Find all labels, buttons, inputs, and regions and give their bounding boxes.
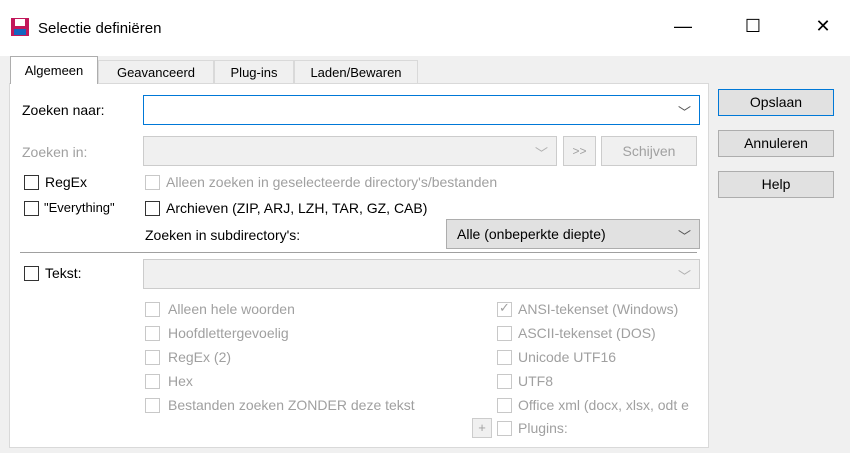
text-label: Tekst: xyxy=(45,265,82,281)
plugins-checkbox[interactable] xyxy=(497,421,512,436)
minimize-button[interactable]: — xyxy=(660,8,706,44)
tab-plug-ins[interactable]: Plug-ins xyxy=(214,60,294,84)
maximize-button[interactable]: ☐ xyxy=(730,8,776,44)
drives-button[interactable]: Schijven xyxy=(601,136,697,166)
chevron-down-icon[interactable]: ﹀ xyxy=(678,226,691,245)
arrows-button[interactable]: >> xyxy=(563,136,596,166)
text-combobox[interactable]: ﹀ xyxy=(143,259,700,289)
regex-checkbox[interactable] xyxy=(24,175,39,190)
subdirs-value: Alle (onbeperkte diepte) xyxy=(457,226,606,242)
archives-checkbox[interactable] xyxy=(145,201,160,216)
save-disk-icon xyxy=(11,18,29,36)
window-title: Selectie definiëren xyxy=(38,20,162,37)
case-sensitive-label: Hoofdlettergevoelig xyxy=(168,325,289,341)
cancel-button[interactable]: Annuleren xyxy=(718,130,834,157)
everything-checkbox[interactable] xyxy=(24,201,39,216)
separator xyxy=(20,252,697,253)
close-button[interactable]: ✕ xyxy=(800,8,846,44)
chevron-down-icon[interactable]: ﹀ xyxy=(535,143,548,162)
plugins-label: Plugins: xyxy=(518,420,568,436)
unicode-label: Unicode UTF16 xyxy=(518,349,617,365)
tab-laden-bewaren[interactable]: Laden/Bewaren xyxy=(294,60,418,84)
search-for-label: Zoeken naar: xyxy=(22,102,105,118)
archives-label: Archieven (ZIP, ARJ, LZH, TAR, GZ, CAB) xyxy=(166,200,428,216)
help-button[interactable]: Help xyxy=(718,171,834,198)
utf8-label: UTF8 xyxy=(518,373,553,389)
subdirs-dropdown[interactable]: Alle (onbeperkte diepte) ﹀ xyxy=(446,219,700,249)
whole-words-checkbox[interactable] xyxy=(145,302,160,317)
regex2-checkbox[interactable] xyxy=(145,350,160,365)
only-selected-checkbox[interactable] xyxy=(145,175,160,190)
chevron-down-icon[interactable]: ﹀ xyxy=(678,102,691,121)
case-sensitive-checkbox[interactable] xyxy=(145,326,160,341)
without-text-checkbox[interactable] xyxy=(145,398,160,413)
tab-algemeen[interactable]: Algemeen xyxy=(10,56,98,84)
chevron-down-icon[interactable]: ﹀ xyxy=(678,266,691,285)
office-xml-label: Office xml (docx, xlsx, odt e xyxy=(518,397,689,413)
plus-button[interactable]: + xyxy=(472,418,492,438)
search-in-combobox[interactable]: ﹀ xyxy=(143,136,557,166)
search-in-label: Zoeken in: xyxy=(22,144,88,160)
ascii-label: ASCII-tekenset (DOS) xyxy=(518,325,656,341)
hex-checkbox[interactable] xyxy=(145,374,160,389)
unicode-checkbox[interactable] xyxy=(497,350,512,365)
everything-label: "Everything" xyxy=(44,200,115,215)
save-button[interactable]: Opslaan xyxy=(718,89,834,116)
search-for-combobox[interactable]: ﹀ xyxy=(143,95,700,125)
hex-label: Hex xyxy=(168,373,193,389)
whole-words-label: Alleen hele woorden xyxy=(168,301,295,317)
regex2-label: RegEx (2) xyxy=(168,349,232,365)
only-selected-label: Alleen zoeken in geselecteerde directory… xyxy=(166,174,498,190)
ansi-checkbox[interactable] xyxy=(497,300,512,317)
ascii-checkbox[interactable] xyxy=(497,326,512,341)
office-xml-checkbox[interactable] xyxy=(497,398,512,413)
without-text-label: Bestanden zoeken ZONDER deze tekst xyxy=(168,397,415,413)
ansi-label: ANSI-tekenset (Windows) xyxy=(518,301,679,317)
tab-geavanceerd[interactable]: Geavanceerd xyxy=(98,60,214,84)
subdirs-label: Zoeken in subdirectory's: xyxy=(145,227,301,243)
text-checkbox[interactable] xyxy=(24,266,39,281)
utf8-checkbox[interactable] xyxy=(497,374,512,389)
regex-label: RegEx xyxy=(45,174,88,190)
